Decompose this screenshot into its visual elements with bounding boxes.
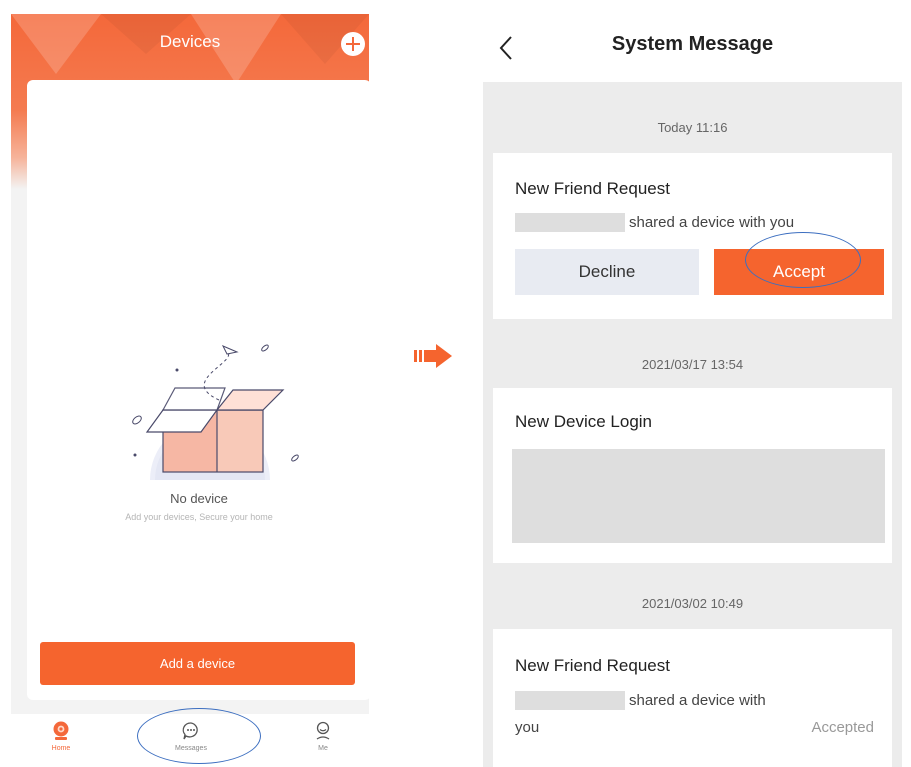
message-title: New Friend Request bbox=[515, 179, 670, 198]
empty-box-illustration bbox=[132, 344, 299, 480]
message-text: shared a device with you bbox=[629, 214, 795, 231]
message-title: New Friend Request bbox=[515, 656, 670, 675]
devices-screen: Devices No device Add your devices, Secu… bbox=[11, 14, 369, 765]
device-list-card: No device Add your devices, Secure your … bbox=[27, 80, 369, 700]
accept-highlight-ring bbox=[745, 232, 861, 288]
arrow-right-icon bbox=[414, 344, 452, 368]
decline-button[interactable]: Decline bbox=[515, 249, 699, 295]
page-title: System Message bbox=[611, 33, 774, 55]
message-title: New Device Login bbox=[515, 412, 653, 431]
message-timestamp: 2021/03/17 13:54 bbox=[641, 357, 744, 372]
empty-title: No device bbox=[170, 491, 228, 506]
nav-header: System Message bbox=[483, 10, 902, 82]
add-device-button[interactable]: Add a device bbox=[40, 642, 355, 685]
message-text: shared a device with bbox=[629, 692, 766, 709]
message-timestamp: Today 11:16 bbox=[657, 120, 728, 135]
messages-highlight-ring bbox=[137, 708, 261, 764]
person-icon bbox=[316, 721, 330, 740]
redacted-details bbox=[512, 449, 885, 543]
camera-icon bbox=[53, 721, 69, 740]
friend-request-card: New Friend Request shared a device with … bbox=[493, 629, 892, 767]
add-device-plus-icon[interactable] bbox=[341, 32, 365, 56]
redacted-username bbox=[515, 213, 625, 232]
device-login-card: New Device Login bbox=[493, 388, 892, 563]
message-text-continued: you bbox=[515, 719, 540, 736]
empty-subtitle: Add your devices, Secure your home bbox=[125, 512, 273, 522]
tab-home[interactable]: Home bbox=[17, 714, 105, 765]
tab-me[interactable]: Me bbox=[273, 714, 369, 765]
redacted-username bbox=[515, 691, 625, 710]
page-title: Devices bbox=[159, 32, 221, 51]
tab-me-label: Me bbox=[318, 745, 328, 752]
system-message-screen: System Message Today 11:16 New Friend Re… bbox=[483, 10, 902, 767]
message-timestamp: 2021/03/02 10:49 bbox=[641, 596, 744, 611]
tab-home-label: Home bbox=[51, 745, 71, 752]
accepted-status: Accepted bbox=[811, 719, 874, 736]
